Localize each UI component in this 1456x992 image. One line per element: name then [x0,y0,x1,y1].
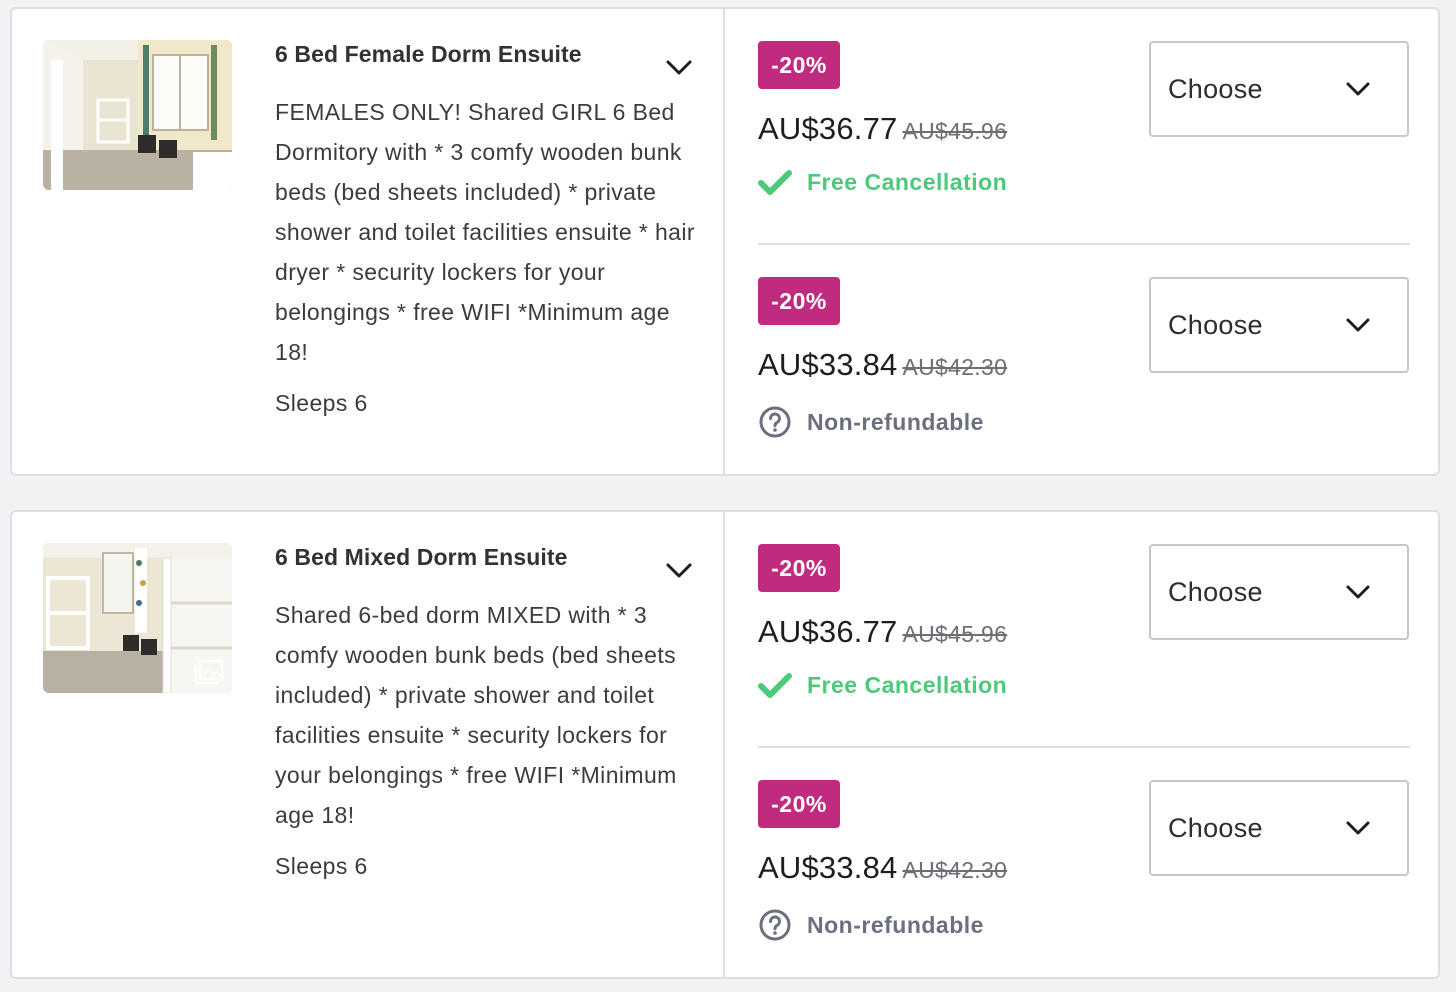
discount-badge: -20% [758,41,840,89]
question-circle-icon[interactable] [758,908,792,942]
select-label: Choose [1168,309,1263,340]
room-title: 6 Bed Mixed Dorm Ensuite [275,544,568,570]
cancellation-policy: Free Cancellation [758,672,1007,699]
policy-label: Non-refundable [807,408,984,435]
current-price: AU$36.77 [758,614,898,649]
room-card: 6 Bed Mixed Dorm Ensuite Shared 6-bed do… [10,510,1440,979]
quantity-select[interactable]: Choose [1149,780,1409,876]
original-price: AU$42.30 [902,354,1008,380]
room-sleeps: Sleeps 6 [275,853,368,879]
quantity-select[interactable]: Choose [1149,277,1409,373]
room-card: 6 Bed Female Dorm Ensuite FEMALES ONLY! … [10,7,1440,476]
room-description: FEMALES ONLY! Shared GIRL 6 Bed Dormitor… [275,99,695,365]
check-icon [758,169,792,195]
expand-room-button[interactable] [662,556,696,584]
chevron-down-icon [1346,318,1370,332]
room-sleeps: Sleeps 6 [275,390,368,416]
current-price: AU$33.84 [758,347,898,382]
gallery-icon[interactable] [194,659,224,685]
rate-option: -20% AU$36.77 AU$45.96 Free Cancellation… [758,9,1410,243]
cancellation-policy: Non-refundable [758,405,984,439]
quantity-select[interactable]: Choose [1149,41,1409,137]
policy-label: Free Cancellation [807,169,1008,195]
room-info: 6 Bed Female Dorm Ensuite FEMALES ONLY! … [12,9,725,474]
original-price: AU$42.30 [902,857,1008,883]
policy-label: Non-refundable [807,911,984,938]
question-circle-icon[interactable] [758,405,792,439]
discount-badge: -20% [758,544,840,592]
price-row: AU$36.77 AU$45.96 [758,614,1007,650]
quantity-select[interactable]: Choose [1149,544,1409,640]
chevron-down-icon [1346,82,1370,96]
room-title: 6 Bed Female Dorm Ensuite [275,41,582,67]
room-info: 6 Bed Mixed Dorm Ensuite Shared 6-bed do… [12,512,725,977]
current-price: AU$36.77 [758,111,898,146]
rate-option: -20% AU$36.77 AU$45.96 Free Cancellation… [758,512,1410,746]
price-row: AU$33.84 AU$42.30 [758,850,1007,886]
chevron-down-icon [1346,585,1370,599]
chevron-down-icon [1346,821,1370,835]
price-row: AU$33.84 AU$42.30 [758,347,1007,383]
original-price: AU$45.96 [902,118,1008,144]
expand-room-button[interactable] [662,53,696,81]
chevron-down-icon [666,563,692,578]
rate-option: -20% AU$33.84 AU$42.30 Non-refundable Ch… [758,243,1410,477]
check-icon [758,672,792,698]
select-label: Choose [1168,576,1263,607]
select-label: Choose [1168,73,1263,104]
original-price: AU$45.96 [902,621,1008,647]
select-label: Choose [1168,812,1263,843]
current-price: AU$33.84 [758,850,898,885]
chevron-down-icon [666,60,692,75]
cancellation-policy: Free Cancellation [758,169,1007,196]
rate-option: -20% AU$33.84 AU$42.30 Non-refundable Ch… [758,746,1410,980]
discount-badge: -20% [758,780,840,828]
room-description: Shared 6-bed dorm MIXED with * 3 comfy w… [275,602,677,828]
cancellation-policy: Non-refundable [758,908,984,942]
room-photo[interactable] [43,543,232,693]
price-row: AU$36.77 AU$45.96 [758,111,1007,147]
discount-badge: -20% [758,277,840,325]
room-photo[interactable] [43,40,232,190]
policy-label: Free Cancellation [807,672,1008,698]
